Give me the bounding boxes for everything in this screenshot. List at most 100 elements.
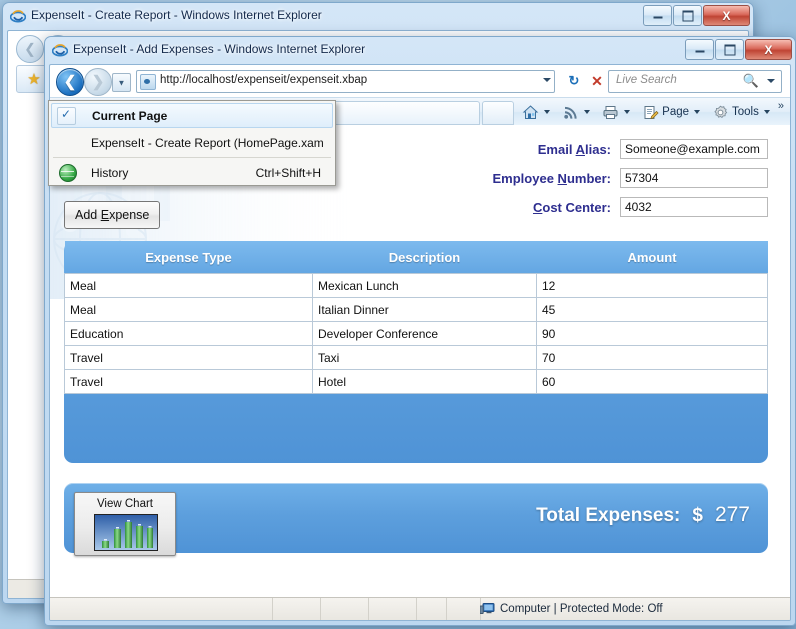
- printer-icon: [602, 104, 619, 121]
- front-window-titlebar[interactable]: ExpenseIt - Add Expenses - Windows Inter…: [45, 37, 795, 64]
- computer-icon: [480, 603, 495, 615]
- total-expenses-label: Total Expenses:: [536, 505, 680, 527]
- status-bar: Computer | Protected Mode: Off: [50, 597, 790, 620]
- expense-table: Expense Type Description Amount Meal Mex…: [64, 241, 768, 394]
- chevron-down-icon[interactable]: [544, 110, 550, 114]
- column-header-description[interactable]: Description: [313, 241, 537, 274]
- cell-expense-type: Travel: [65, 346, 313, 370]
- history-globe-icon: [59, 164, 77, 182]
- tools-menu-label: Tools: [732, 106, 759, 118]
- chevron-down-icon[interactable]: [767, 79, 775, 83]
- menu-separator: [53, 157, 331, 158]
- ie-logo-icon: [10, 8, 26, 24]
- add-expense-button[interactable]: Add Expense: [64, 201, 160, 229]
- page-menu-button[interactable]: Page: [638, 102, 706, 123]
- cell-amount: 45: [537, 298, 768, 322]
- address-bar: ❮ ❯ ▼ http://localhost/expenseit/expense…: [50, 65, 790, 97]
- employee-number-label: Employee Number:: [493, 171, 611, 186]
- check-icon: [57, 107, 76, 125]
- back-button[interactable]: ❮: [56, 68, 84, 96]
- chevron-down-icon[interactable]: [694, 110, 700, 114]
- address-url-text: http://localhost/expenseit/expenseit.xba…: [160, 74, 367, 86]
- stop-button[interactable]: ✕: [586, 71, 608, 91]
- back-close-button[interactable]: X: [703, 5, 750, 26]
- table-header-row: Expense Type Description Amount: [65, 241, 768, 274]
- search-input[interactable]: Live Search 🔍: [608, 70, 782, 93]
- new-tab-button[interactable]: [482, 101, 514, 125]
- front-window-controls[interactable]: X: [685, 39, 792, 60]
- chevron-down-icon: ▼: [118, 78, 126, 87]
- front-window-title: ExpenseIt - Add Expenses - Windows Inter…: [73, 42, 365, 56]
- chevron-down-icon[interactable]: [584, 110, 590, 114]
- back-maximize-button[interactable]: [673, 5, 702, 26]
- cell-description: Italian Dinner: [313, 298, 537, 322]
- email-alias-input[interactable]: [620, 139, 768, 159]
- stop-icon: ✕: [591, 73, 603, 89]
- feeds-button[interactable]: [558, 102, 596, 123]
- table-row[interactable]: Education Developer Conference 90: [65, 322, 768, 346]
- table-row[interactable]: Travel Hotel 60: [65, 370, 768, 394]
- menu-item-label: Current Page: [92, 109, 167, 123]
- bar-chart-icon: [94, 514, 158, 551]
- ie-logo-icon: [52, 42, 68, 58]
- page-icon: [642, 104, 659, 121]
- cell-description: Hotel: [313, 370, 537, 394]
- cell-amount: 90: [537, 322, 768, 346]
- table-row[interactable]: Meal Italian Dinner 45: [65, 298, 768, 322]
- chevron-down-icon[interactable]: [764, 110, 770, 114]
- maximize-button[interactable]: [715, 39, 744, 60]
- minimize-button[interactable]: [685, 39, 714, 60]
- star-icon: ★: [27, 70, 40, 88]
- cell-expense-type: Meal: [65, 274, 313, 298]
- command-bar-overflow-button[interactable]: »: [778, 100, 784, 112]
- security-zone-text: Computer | Protected Mode: Off: [500, 603, 663, 615]
- forward-button[interactable]: ❯: [84, 68, 112, 96]
- menu-item-create-report[interactable]: ExpenseIt - Create Report (HomePage.xam: [49, 130, 335, 155]
- address-input[interactable]: http://localhost/expenseit/expenseit.xba…: [136, 70, 555, 93]
- recent-pages-dropdown-menu[interactable]: Current Page ExpenseIt - Create Report (…: [48, 100, 336, 186]
- gear-icon: [712, 104, 729, 121]
- application-content: Email Alias: Employee Number: Cost Cente…: [50, 125, 790, 598]
- tools-menu-button[interactable]: Tools: [708, 102, 776, 123]
- back-window-titlebar[interactable]: ExpenseIt - Create Report - Windows Inte…: [3, 3, 753, 30]
- home-icon: [522, 104, 539, 121]
- email-alias-label: Email Alias:: [538, 142, 611, 157]
- expense-table-panel: Expense Type Description Amount Meal Mex…: [64, 241, 768, 463]
- search-icon[interactable]: 🔍: [743, 73, 759, 89]
- employee-number-input[interactable]: [620, 168, 768, 188]
- recent-pages-button[interactable]: ▼: [112, 73, 131, 92]
- column-header-amount[interactable]: Amount: [537, 241, 768, 274]
- chevron-down-icon[interactable]: [624, 110, 630, 114]
- page-menu-label: Page: [662, 106, 689, 118]
- back-window-controls[interactable]: X: [643, 5, 750, 26]
- column-header-expense-type[interactable]: Expense Type: [65, 241, 313, 274]
- menu-item-accelerator: Ctrl+Shift+H: [256, 166, 321, 180]
- print-button[interactable]: [598, 102, 636, 123]
- back-window-title: ExpenseIt - Create Report - Windows Inte…: [31, 8, 322, 22]
- close-button[interactable]: X: [745, 39, 792, 60]
- forward-arrow-icon: ❯: [92, 75, 105, 90]
- table-row[interactable]: Meal Mexican Lunch 12: [65, 274, 768, 298]
- back-window-back-icon[interactable]: ❮: [16, 35, 44, 63]
- total-expenses-display: Total Expenses: $ 277: [536, 503, 750, 527]
- menu-item-current-page[interactable]: Current Page: [51, 103, 333, 128]
- back-minimize-button[interactable]: [643, 5, 672, 26]
- command-bar-buttons: Page Tools »: [518, 98, 784, 126]
- cost-center-input[interactable]: [620, 197, 768, 217]
- refresh-icon: ↻: [569, 73, 580, 88]
- table-row[interactable]: Travel Taxi 70: [65, 346, 768, 370]
- security-zone-indicator[interactable]: Computer | Protected Mode: Off: [480, 598, 663, 620]
- menu-item-label: ExpenseIt - Create Report (HomePage.xam: [91, 136, 324, 150]
- cost-center-label: Cost Center:: [533, 200, 611, 215]
- cell-description: Developer Conference: [313, 322, 537, 346]
- menu-item-history[interactable]: History Ctrl+Shift+H: [49, 160, 335, 185]
- rss-feed-icon: [562, 104, 579, 121]
- chevron-down-icon[interactable]: [543, 78, 551, 82]
- form-row-employee: Employee Number:: [438, 168, 768, 188]
- cell-amount: 12: [537, 274, 768, 298]
- home-button[interactable]: [518, 102, 556, 123]
- cell-expense-type: Education: [65, 322, 313, 346]
- view-chart-button[interactable]: View Chart: [74, 492, 176, 556]
- refresh-button[interactable]: ↻: [563, 71, 585, 91]
- back-arrow-icon: ❮: [64, 75, 77, 90]
